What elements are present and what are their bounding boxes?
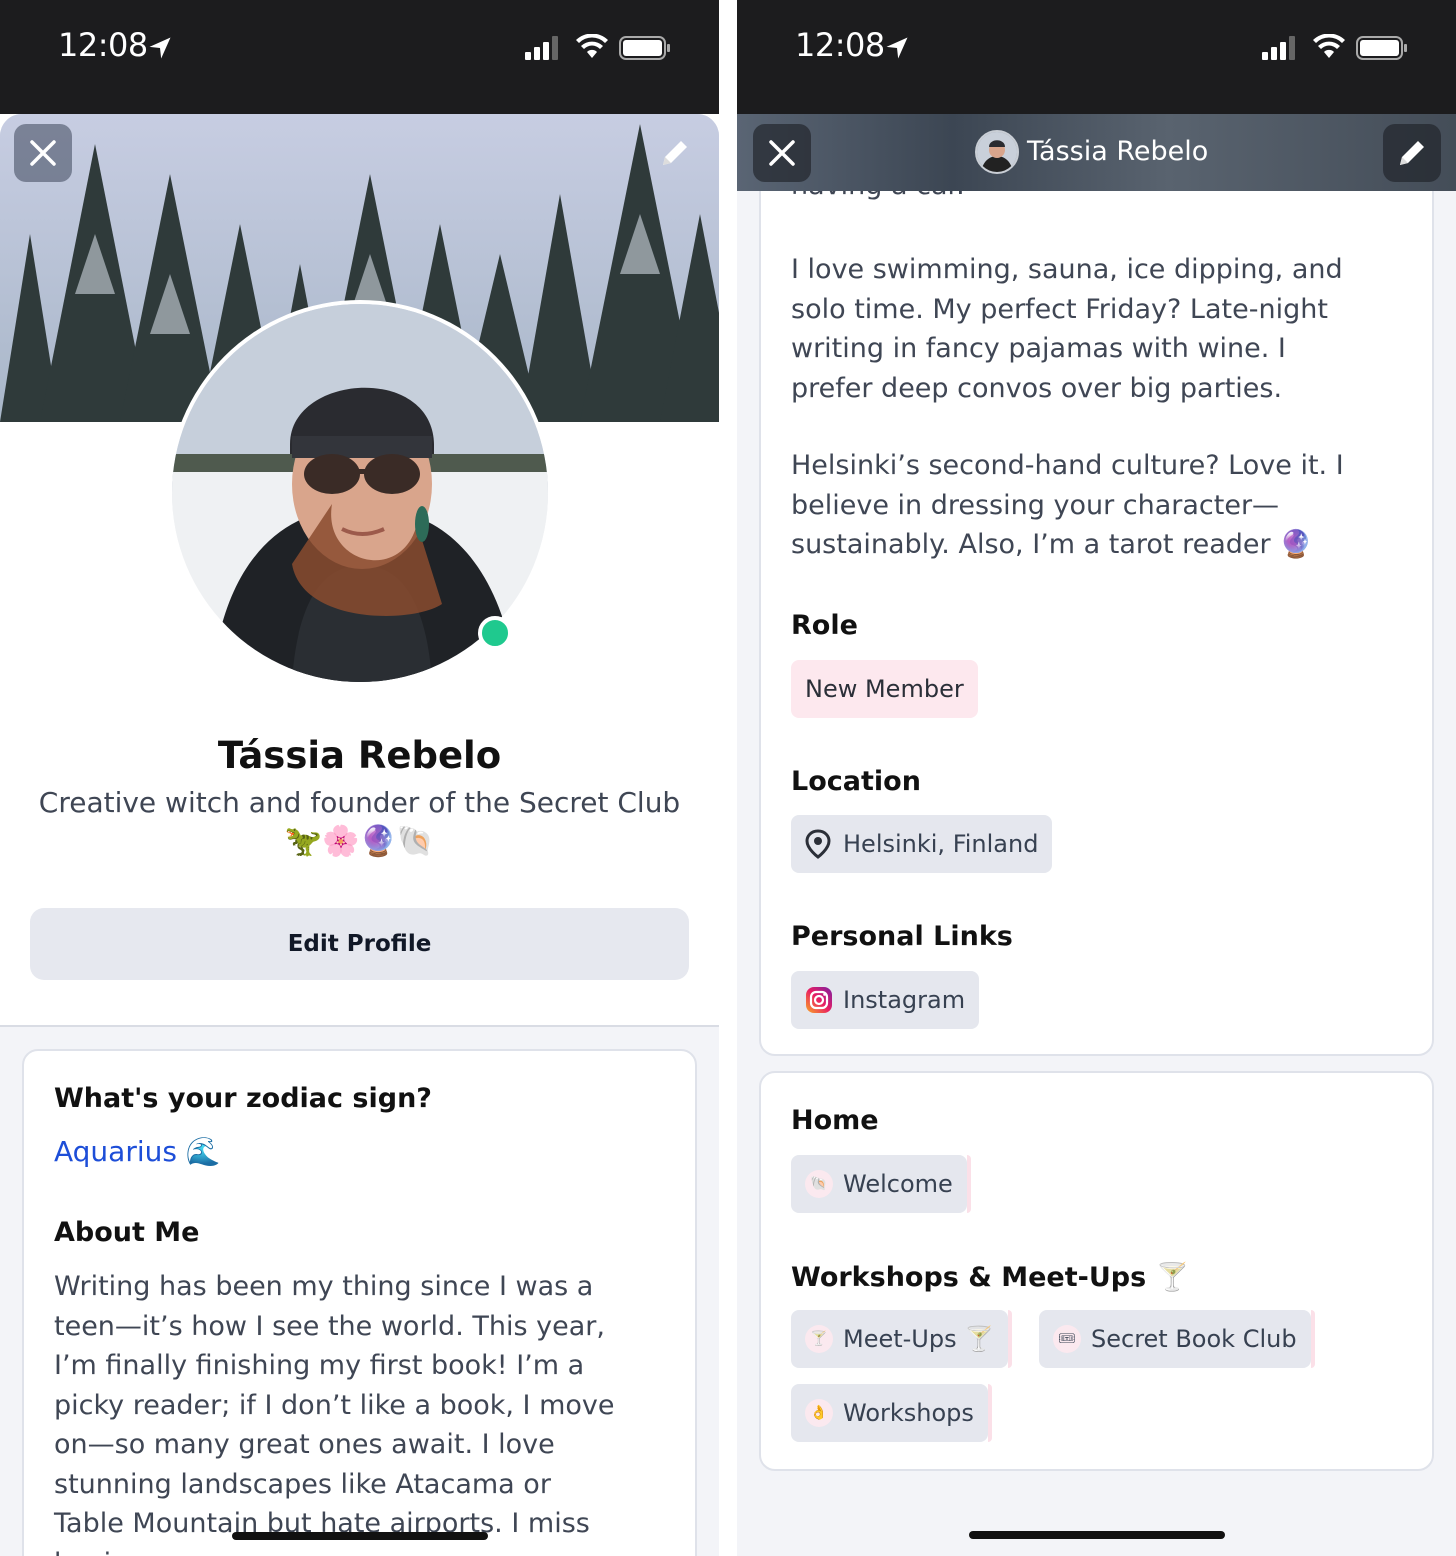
about-line: solo time. My perfect Friday? Late-night xyxy=(791,293,1328,325)
location-chip[interactable]: Helsinki, Finland xyxy=(791,815,1053,873)
pencil-icon xyxy=(1400,141,1424,165)
hand-icon: 👌 xyxy=(805,1399,833,1427)
status-time: 12:08 xyxy=(795,26,885,64)
close-icon xyxy=(30,140,56,166)
home-indicator[interactable] xyxy=(232,1532,488,1540)
chip-edge xyxy=(1310,1310,1315,1368)
zodiac-answer-link[interactable]: Aquarius 🌊 xyxy=(54,1135,221,1168)
about-line: teen—it’s how I see the world. This year… xyxy=(54,1310,605,1342)
about-me-paragraph-3: Helsinki’s second-hand culture? Love it.… xyxy=(791,446,1344,565)
location-title: Location xyxy=(791,766,921,797)
secret-book-club-chip[interactable]: 🎟 Secret Book Club xyxy=(1039,1310,1315,1368)
close-button[interactable] xyxy=(14,124,72,182)
status-time: 12:08 xyxy=(58,26,148,64)
location-arrow-icon xyxy=(149,37,171,59)
cocktail-icon: 🍸 xyxy=(805,1325,833,1353)
home-indicator[interactable] xyxy=(969,1531,1225,1539)
about-me-text: Writing has been my thing since I was a … xyxy=(54,1267,615,1556)
shell-icon: 🐚 xyxy=(805,1170,833,1198)
chip-edge xyxy=(1008,1310,1013,1368)
battery-icon xyxy=(1356,36,1407,60)
instagram-icon xyxy=(806,987,832,1013)
about-me-title: About Me xyxy=(54,1217,200,1248)
about-line: prefer deep convos over big parties. xyxy=(791,372,1283,404)
home-title: Home xyxy=(791,1105,879,1136)
nav-avatar xyxy=(975,130,1019,174)
workshops-space-label: Workshops xyxy=(843,1399,974,1427)
about-line: picky reader; if I don’t like a book, I … xyxy=(54,1389,615,1421)
edit-button[interactable] xyxy=(1383,124,1441,182)
wifi-icon xyxy=(576,34,608,58)
location-chip-label: Helsinki, Finland xyxy=(843,830,1039,858)
instagram-link-label: Instagram xyxy=(843,986,966,1014)
screen-gutter xyxy=(719,0,737,1556)
profile-screen-right: 12:08 having a car. I love swimming, sau… xyxy=(737,0,1456,1556)
map-pin-icon xyxy=(805,829,831,859)
about-line: sustainably. Also, I’m a tarot reader 🔮 xyxy=(791,529,1313,560)
about-line: I’m finally finishing my first book! I’m… xyxy=(54,1350,585,1381)
close-icon xyxy=(769,140,795,166)
meetups-space-label: Meet-Ups 🍸 xyxy=(843,1325,995,1353)
about-line: on—so many great ones await. I love xyxy=(54,1429,555,1460)
profile-details-card: having a car. I love swimming, sauna, ic… xyxy=(759,150,1434,1056)
role-chip: New Member xyxy=(791,660,978,718)
edit-cover-button[interactable] xyxy=(646,124,704,182)
welcome-space-chip[interactable]: 🐚 Welcome xyxy=(791,1155,971,1213)
profile-name: Tássia Rebelo xyxy=(217,734,502,777)
chip-edge xyxy=(987,1384,992,1442)
about-line: Writing has been my thing since I was a xyxy=(54,1271,594,1302)
wifi-icon xyxy=(1313,34,1345,58)
profile-screen-left: 12:08 Tássia Rebelo Creative witch and f… xyxy=(0,0,719,1556)
about-line: I love swimming, sauna, ice dipping, and xyxy=(791,254,1343,285)
pencil-icon xyxy=(663,141,687,165)
status-bar: 12:08 xyxy=(0,0,719,114)
about-line: believe in dressing your character— xyxy=(791,489,1280,521)
about-line: stunning landscapes like Atacama or xyxy=(54,1468,551,1500)
workshops-space-chip[interactable]: 👌 Workshops xyxy=(791,1384,992,1442)
ticket-icon: 🎟 xyxy=(1053,1325,1081,1353)
about-line: Helsinki’s second-hand culture? Love it.… xyxy=(791,450,1344,481)
meetups-space-chip[interactable]: 🍸 Meet-Ups 🍸 xyxy=(791,1310,1013,1368)
workshops-meetups-title: Workshops & Meet-Ups 🍸 xyxy=(791,1262,1190,1293)
welcome-space-label: Welcome xyxy=(843,1170,953,1198)
about-line: writing in fancy pajamas with wine. I xyxy=(791,333,1286,364)
close-button[interactable] xyxy=(753,124,811,182)
role-title: Role xyxy=(791,610,858,641)
avatar-image xyxy=(977,132,1017,172)
spaces-card: Home 🐚 Welcome Workshops & Meet-Ups 🍸 🍸 … xyxy=(759,1071,1434,1471)
personal-links-title: Personal Links xyxy=(791,921,1013,952)
instagram-link-chip[interactable]: Instagram xyxy=(791,971,980,1029)
secret-book-club-label: Secret Book Club xyxy=(1091,1325,1297,1353)
chip-edge xyxy=(966,1155,971,1213)
signal-icon xyxy=(1262,36,1295,60)
edit-profile-button[interactable]: Edit Profile xyxy=(30,908,689,980)
profile-details-card: What's your zodiac sign? Aquarius 🌊 Abou… xyxy=(22,1049,697,1556)
nav-title: Tássia Rebelo xyxy=(1027,136,1209,167)
location-arrow-icon xyxy=(886,37,908,59)
profile-tagline: Creative witch and founder of the Secret… xyxy=(38,786,681,819)
status-bar: 12:08 xyxy=(737,0,1456,114)
online-status-dot xyxy=(478,616,512,650)
role-chip-label: New Member xyxy=(805,675,964,703)
zodiac-question: What's your zodiac sign? xyxy=(54,1083,432,1114)
about-line: having a car. xyxy=(54,1544,615,1556)
profile-tagline-emoji: 🦖🌸🔮🐚 xyxy=(284,824,435,859)
battery-icon xyxy=(619,36,670,60)
about-me-paragraph-2: I love swimming, sauna, ice dipping, and… xyxy=(791,250,1343,408)
signal-icon xyxy=(525,36,558,60)
